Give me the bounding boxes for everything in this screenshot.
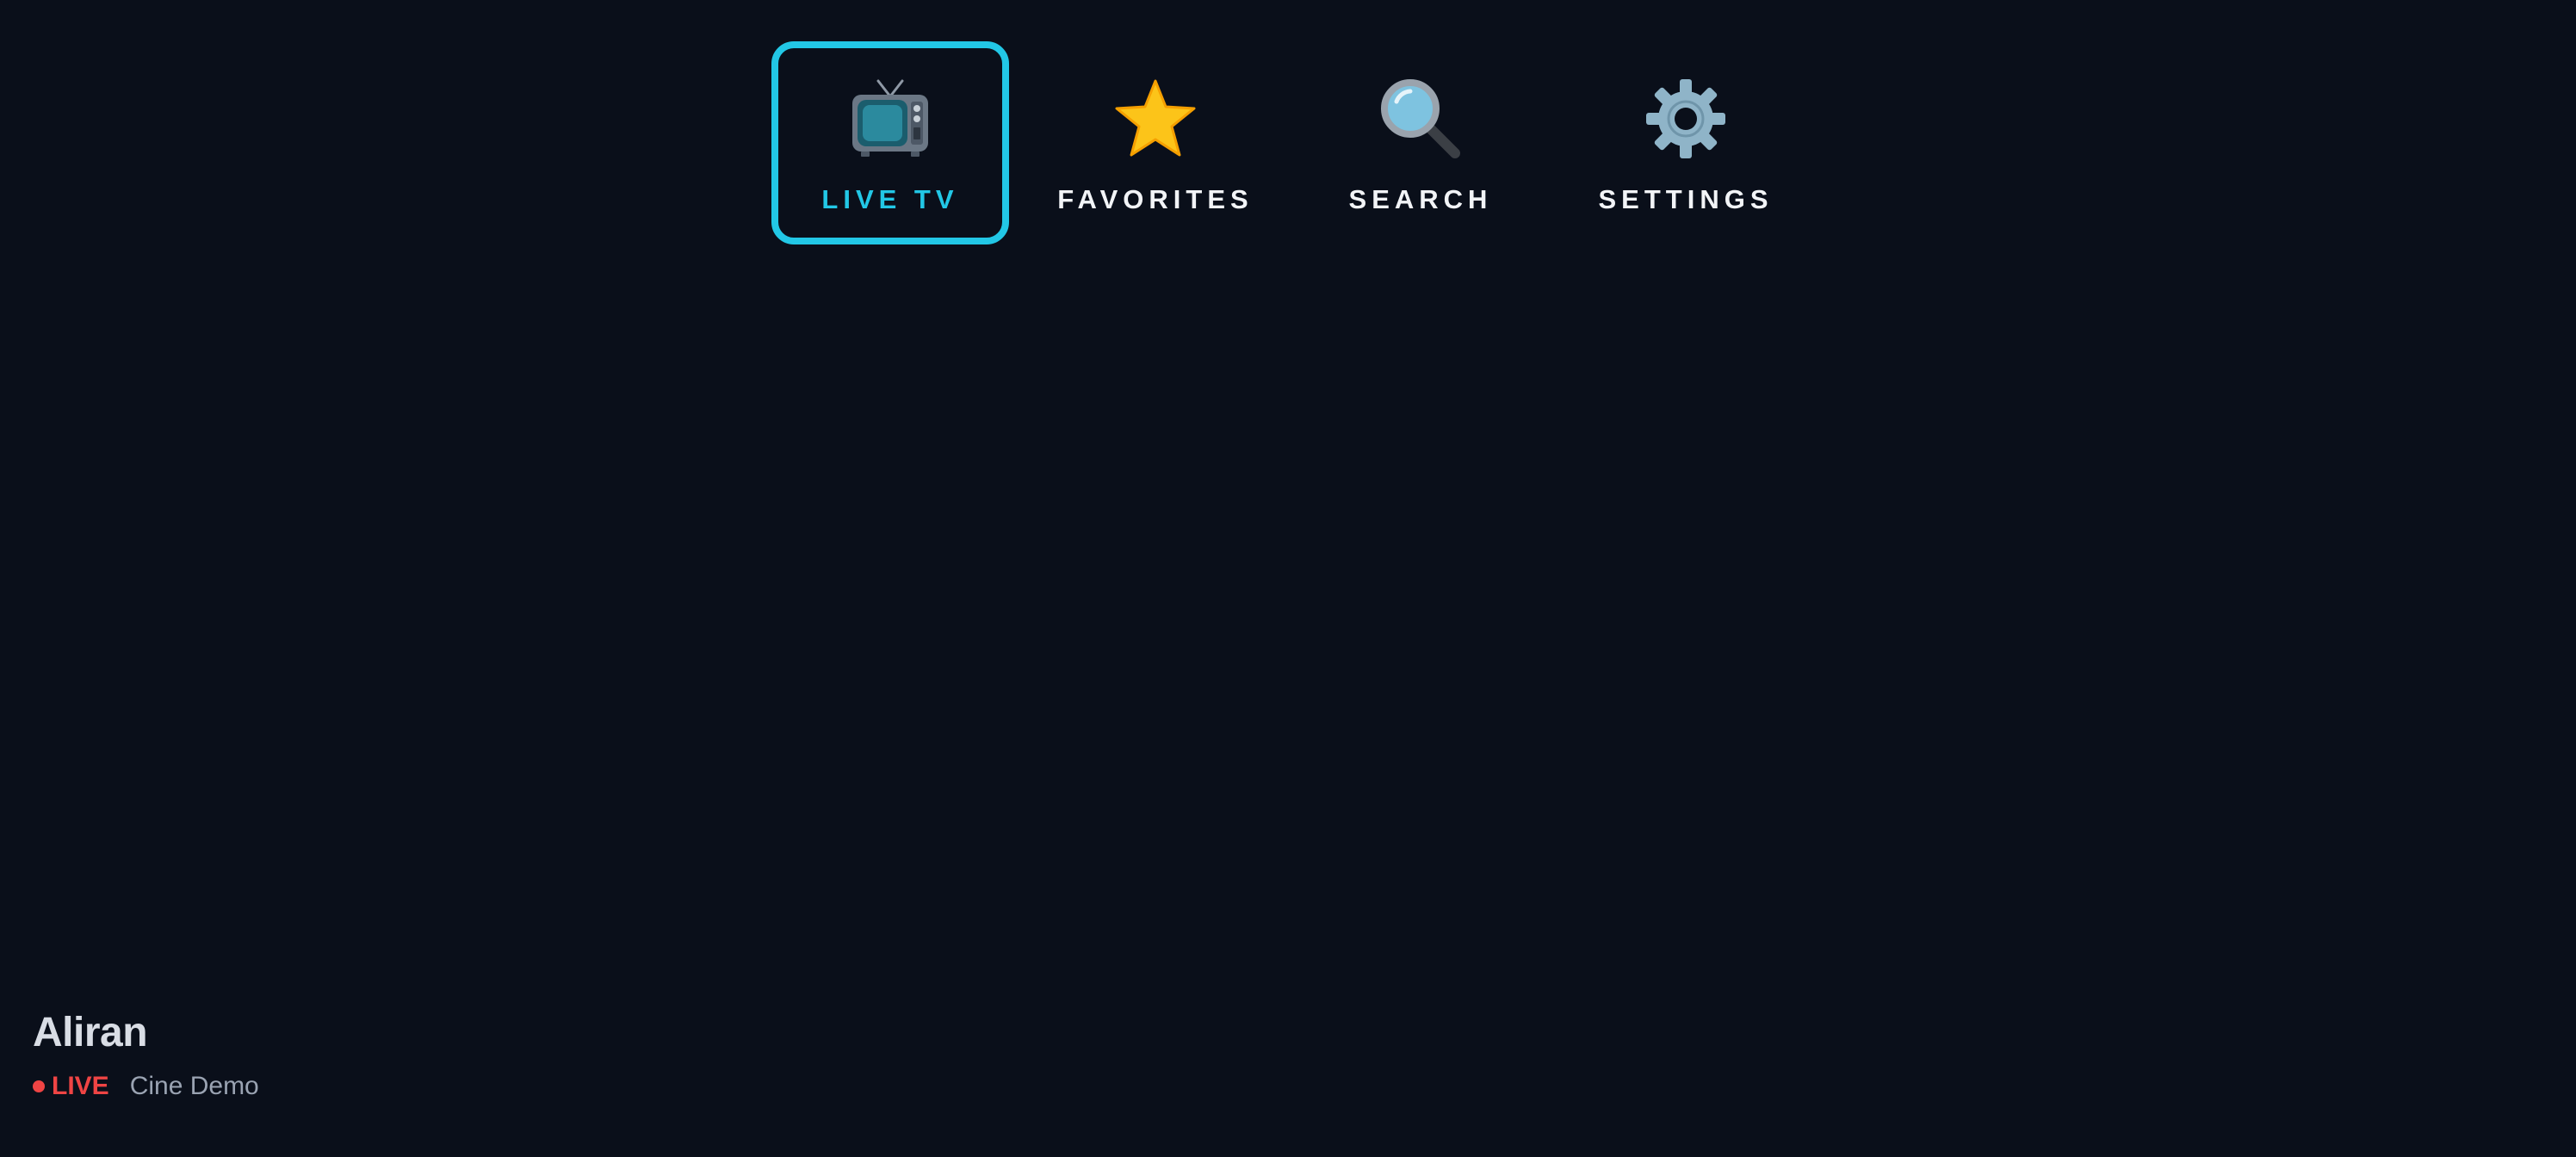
- nav-item-live-tv[interactable]: LIVE TV: [771, 41, 1009, 244]
- live-dot-icon: [33, 1080, 45, 1092]
- channel-name: Aliran: [33, 1010, 148, 1055]
- app-screen: LIVE TV FAVORITES SEARCH SETTINGS Aliran…: [0, 0, 2576, 1157]
- nav-item-favorites[interactable]: FAVORITES: [1037, 41, 1274, 244]
- star-icon: [1115, 79, 1196, 157]
- top-navigation: LIVE TV FAVORITES SEARCH SETTINGS: [0, 41, 2576, 244]
- tv-icon: [852, 79, 928, 157]
- nav-item-settings[interactable]: SETTINGS: [1567, 41, 1805, 244]
- nav-label-settings: SETTINGS: [1598, 184, 1774, 214]
- nav-label-search: SEARCH: [1348, 184, 1493, 214]
- live-badge: LIVE: [52, 1072, 109, 1100]
- channel-meta: LIVE Cine Demo: [33, 1072, 259, 1101]
- nav-label-favorites: FAVORITES: [1057, 184, 1254, 214]
- nav-item-search[interactable]: SEARCH: [1302, 41, 1539, 244]
- magnifier-icon: [1381, 79, 1460, 158]
- nav-label-live-tv: LIVE TV: [821, 184, 959, 214]
- provider-name: Cine Demo: [129, 1072, 259, 1100]
- gear-icon: [1646, 79, 1725, 158]
- now-playing-info: Aliran LIVE Cine Demo: [33, 1009, 259, 1101]
